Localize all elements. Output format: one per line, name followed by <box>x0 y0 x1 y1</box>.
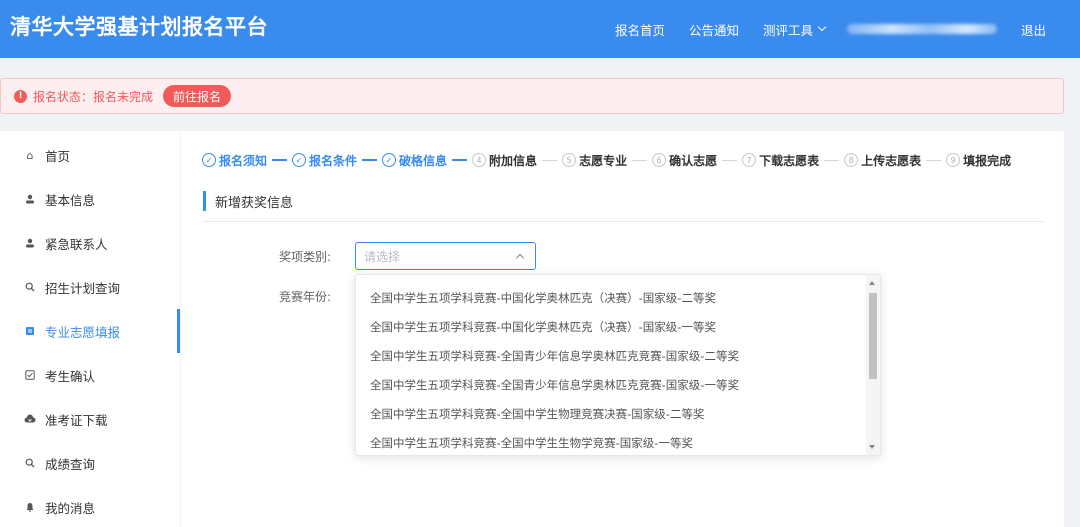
go-register-button[interactable]: 前往报名 <box>163 85 232 107</box>
dropdown-option[interactable]: 全国中学生五项学科竞赛-全国中学生物理竞赛决赛-国家级-二等奖 <box>356 399 864 428</box>
step-3[interactable]: ✓ 破格信息 <box>382 152 447 169</box>
progress-steps: ✓ 报名须知 ✓ 报名条件 ✓ 破格信息 4 附加信息 5 志愿专业 6 确认志愿 7 下载志… <box>202 151 1011 169</box>
dropdown-option[interactable]: 全国中学生五项学科竞赛-全国中学生生物学竞赛-国家级-一等奖 <box>356 428 864 455</box>
check-circle-icon: ✓ <box>292 153 307 167</box>
chevron-down-icon <box>817 22 827 32</box>
sidebar-item-label: 考生确认 <box>45 368 96 384</box>
step-label: 志愿专业 <box>579 153 628 168</box>
registration-status-text: 报名状态：报名未完成 <box>33 89 154 104</box>
dropdown-list: 全国中学生五项学科竞赛-中国化学奥林匹克（决赛）-国家级-二等奖 全国中学生五项… <box>356 283 864 455</box>
sidebar-item-major-preference[interactable]: 专业志愿填报 <box>0 309 180 353</box>
user-account-blurred[interactable] <box>846 24 997 34</box>
section-title: 新增获奖信息 <box>203 191 293 211</box>
step-label: 报名须知 <box>219 153 268 168</box>
sidebar-item-label: 成绩查询 <box>45 456 96 472</box>
dropdown-option[interactable]: 全国中学生五项学科竞赛-中国化学奥林匹克（决赛）-国家级-一等奖 <box>356 312 864 341</box>
step-connector <box>362 159 378 161</box>
sidebar-item-messages[interactable]: 我的消息 <box>0 485 180 527</box>
step-7: 7 下载志愿表 <box>742 152 819 169</box>
step-8: 8 上传志愿表 <box>844 152 921 169</box>
step-5: 5 志愿专业 <box>562 152 627 169</box>
nav-tools-label: 测评工具 <box>762 22 813 38</box>
nav-tools-dropdown[interactable]: 测评工具 <box>762 20 827 39</box>
sidebar-item-admission-ticket[interactable]: 准考证下载 <box>0 397 180 441</box>
step-label: 破格信息 <box>399 153 448 168</box>
step-number-icon: 5 <box>562 153 577 167</box>
site-title: 清华大学强基计划报名平台 <box>10 15 268 39</box>
step-connector <box>632 159 648 161</box>
step-4: 4 附加信息 <box>472 152 537 169</box>
step-number-icon: 4 <box>472 153 487 167</box>
sidebar-item-label: 首页 <box>45 148 71 164</box>
step-label: 下载志愿表 <box>759 153 820 168</box>
search-icon <box>24 457 36 469</box>
sidebar-item-label: 我的消息 <box>45 500 96 516</box>
bell-icon <box>24 501 36 513</box>
registration-status-alert: ! 报名状态：报名未完成 前往报名 <box>0 78 1064 114</box>
sidebar-item-enrollment-plan[interactable]: 招生计划查询 <box>0 265 180 309</box>
search-icon <box>24 281 36 293</box>
checkbox-icon <box>24 369 36 381</box>
step-connector <box>926 159 942 161</box>
alert-icon: ! <box>14 89 27 103</box>
sidebar-item-emergency-contact[interactable]: 紧急联系人 <box>0 221 180 265</box>
step-1[interactable]: ✓ 报名须知 <box>202 152 267 169</box>
step-label: 附加信息 <box>489 153 538 168</box>
sidebar-item-label: 准考证下载 <box>45 412 108 428</box>
nav-home-link[interactable]: 报名首页 <box>615 20 665 39</box>
dropdown-option[interactable]: 全国中学生五项学科竞赛-中国化学奥林匹克（决赛）-国家级-二等奖 <box>356 283 864 312</box>
step-label: 填报完成 <box>963 153 1012 168</box>
step-number-icon: 7 <box>742 153 757 167</box>
sidebar-item-label: 招生计划查询 <box>45 280 121 296</box>
step-connector <box>542 159 558 161</box>
top-header: 清华大学强基计划报名平台 报名首页 公告通知 测评工具 退出 <box>0 0 1080 58</box>
chevron-up-icon <box>515 253 525 263</box>
step-connector <box>824 159 840 161</box>
sidebar-item-label: 基本信息 <box>45 192 96 208</box>
dropdown-option[interactable]: 全国中学生五项学科竞赛-全国青少年信息学奥林匹克竞赛-国家级-一等奖 <box>356 370 864 399</box>
step-label: 报名条件 <box>309 153 358 168</box>
step-connector <box>272 159 288 161</box>
step-number-icon: 8 <box>844 153 859 167</box>
step-2[interactable]: ✓ 报名条件 <box>292 152 357 169</box>
step-connector <box>452 159 468 161</box>
sidebar-item-basic-info[interactable]: 基本信息 <box>0 177 180 221</box>
sidebar-item-scores[interactable]: 成绩查询 <box>0 441 180 485</box>
dropdown-option[interactable]: 全国中学生五项学科竞赛-全国青少年信息学奥林匹克竞赛-国家级-二等奖 <box>356 341 864 370</box>
sidebar-item-label: 专业志愿填报 <box>45 324 121 340</box>
user-icon <box>24 237 36 249</box>
logout-link[interactable]: 退出 <box>1021 20 1046 39</box>
document-icon <box>24 325 36 337</box>
sidebar-item-confirm[interactable]: 考生确认 <box>0 353 180 397</box>
home-icon: ⌂ <box>26 148 34 162</box>
step-9: 9 填报完成 <box>946 152 1011 169</box>
step-connector <box>722 159 738 161</box>
dropdown-scrollbar[interactable] <box>866 275 880 455</box>
scrollbar-thumb[interactable] <box>869 293 877 379</box>
sidebar-item-label: 紧急联系人 <box>45 236 108 252</box>
step-label: 确认志愿 <box>669 153 718 168</box>
step-label: 上传志愿表 <box>861 153 922 168</box>
sidebar-item-home[interactable]: ⌂ 首页 <box>0 133 180 177</box>
scroll-up-arrow-icon[interactable] <box>869 281 875 285</box>
award-type-dropdown: 全国中学生五项学科竞赛-中国化学奥林匹克（决赛）-国家级-二等奖 全国中学生五项… <box>355 274 881 456</box>
competition-year-label: 竞赛年份: <box>279 290 332 304</box>
user-icon <box>24 193 36 205</box>
step-6: 6 确认志愿 <box>652 152 717 169</box>
award-type-select[interactable]: 请选择 <box>355 242 536 270</box>
step-number-icon: 9 <box>946 153 961 167</box>
check-circle-icon: ✓ <box>382 153 397 167</box>
nav-announcements-link[interactable]: 公告通知 <box>689 20 739 39</box>
divider <box>203 221 1043 222</box>
check-circle-icon: ✓ <box>202 153 216 167</box>
cloud-download-icon <box>24 413 36 425</box>
scroll-down-arrow-icon[interactable] <box>869 445 875 449</box>
award-type-label: 奖项类别: <box>279 250 332 264</box>
top-nav: 报名首页 公告通知 测评工具 退出 <box>591 0 1046 58</box>
step-number-icon: 6 <box>652 153 667 167</box>
select-placeholder: 请选择 <box>364 249 401 264</box>
sidebar: ⌂ 首页 基本信息 紧急联系人 招生计划查询 专业志愿填报 考生确认 准考证下载… <box>0 131 180 527</box>
